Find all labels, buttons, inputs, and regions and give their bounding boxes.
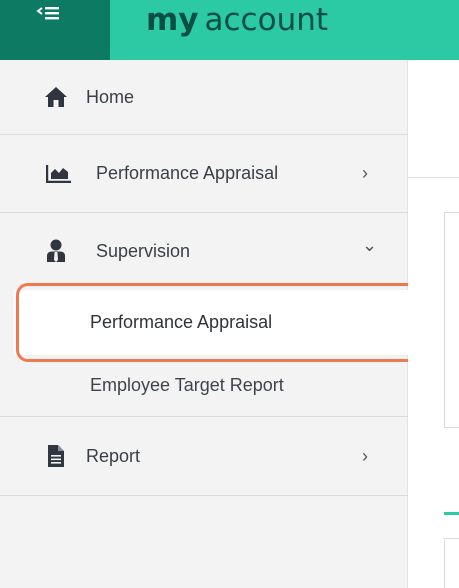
content-card	[444, 212, 459, 428]
brand-logo[interactable]: my account	[110, 0, 459, 60]
menu-collapse-icon	[36, 6, 62, 24]
sidebar-item-label: Report	[86, 445, 141, 466]
top-bar: my account	[0, 0, 459, 60]
submenu-item-label: Employee Target Report	[90, 374, 284, 395]
area-chart-icon	[46, 164, 72, 183]
submenu-item-employee-target-report[interactable]: Employee Target Report	[14, 355, 408, 415]
main-content	[408, 60, 459, 588]
brand-light-text: account	[204, 2, 329, 38]
sidebar-item-label: Supervision	[96, 240, 191, 261]
divider	[0, 495, 408, 496]
sidebar-item-report[interactable]: Report ›	[0, 417, 408, 495]
sidebar: Home Performance Appraisal › Supervision…	[0, 60, 408, 588]
home-icon	[44, 86, 68, 108]
sidebar-item-label: Performance Appraisal	[96, 163, 279, 183]
sidebar-item-performance-appraisal[interactable]: Performance Appraisal ›	[0, 135, 408, 212]
brand-bold-text: my	[146, 2, 199, 38]
document-icon	[48, 445, 64, 467]
submenu-item-performance-appraisal[interactable]: Performance Appraisal	[14, 290, 408, 355]
chevron-down-icon: ⌄	[362, 235, 378, 255]
sidebar-item-supervision[interactable]: Supervision ⌄	[0, 213, 408, 289]
submenu-item-label: Performance Appraisal	[90, 312, 273, 332]
divider	[408, 177, 459, 178]
content-card	[444, 538, 459, 588]
supervisor-icon	[46, 239, 66, 263]
chevron-right-icon: ›	[362, 445, 368, 466]
sidebar-toggle-button[interactable]	[0, 0, 110, 60]
chevron-right-icon: ›	[362, 163, 368, 183]
sidebar-item-home[interactable]: Home	[0, 60, 408, 134]
sidebar-item-label: Home	[86, 86, 135, 107]
tab-underline	[444, 512, 459, 515]
